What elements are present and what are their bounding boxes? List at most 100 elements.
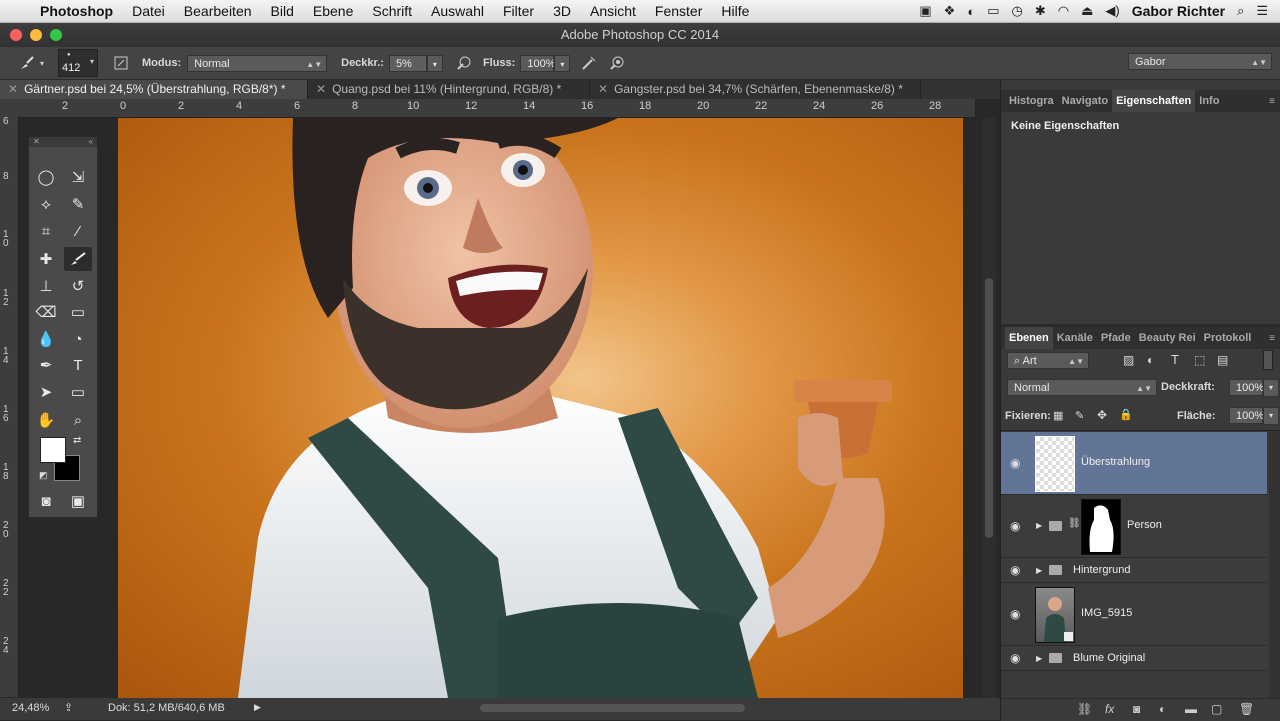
tab-beauty-retouch[interactable]: Beauty Rei (1135, 332, 1200, 344)
volume-icon[interactable]: ◀) (1105, 3, 1119, 19)
pixel-layer-filter-icon[interactable]: ▨ (1123, 353, 1134, 367)
adjustment-layer-icon[interactable]: ◐ (1159, 702, 1166, 716)
tab-histogram[interactable]: Histogra (1005, 95, 1058, 107)
spotlight-search-icon[interactable]: ⌕ (1237, 3, 1244, 19)
fill-input[interactable]: 100% (1229, 407, 1264, 424)
visibility-eye-icon[interactable]: ◉ (1010, 607, 1020, 621)
wifi-icon[interactable]: ◠ (1058, 3, 1069, 19)
smart-object-filter-icon[interactable]: ▤ (1217, 353, 1228, 367)
menu-datei[interactable]: Datei (132, 3, 165, 19)
layer-name[interactable]: Hintergrund (1073, 564, 1130, 576)
visibility-eye-icon[interactable]: ◉ (1010, 651, 1020, 665)
layer-name[interactable]: IMG_5915 (1081, 607, 1132, 619)
eject-icon[interactable]: ⏏ (1081, 3, 1093, 19)
screen-mode-icon[interactable]: ▣ (64, 489, 92, 513)
layer-row-ueberstrahlung[interactable]: ◉ Überstrahlung (1001, 432, 1267, 495)
menu-schrift[interactable]: Schrift (372, 3, 412, 19)
vertical-scroll-thumb[interactable] (985, 278, 993, 538)
lock-all-icon[interactable]: 🔒 (1119, 408, 1133, 421)
polygonal-lasso-tool-icon[interactable]: ⟡ (32, 192, 60, 216)
layer-name[interactable]: Blume Original (1073, 652, 1145, 664)
visibility-eye-icon[interactable]: ◉ (1010, 456, 1020, 470)
lock-position-icon[interactable]: ✥ (1097, 408, 1107, 422)
blur-tool-icon[interactable]: 💧 (32, 327, 60, 351)
collapse-panel-icon[interactable]: « (89, 137, 93, 146)
panel-menu-icon[interactable]: ≡ (1269, 333, 1275, 344)
layer-row-blume-original[interactable]: ◉ ▶ Blume Original (1001, 646, 1267, 671)
airbrush-icon[interactable] (578, 52, 600, 74)
dropbox-icon[interactable]: ❖ (944, 3, 956, 19)
ruler-horizontal[interactable]: 2 0 2 4 6 8 10 12 14 16 18 20 22 24 26 2… (0, 99, 975, 118)
dodge-tool-icon[interactable]: ◔ (64, 327, 92, 351)
menu-3d[interactable]: 3D (553, 3, 571, 19)
tool-preset-dropdown-arrow[interactable]: ▾ (40, 59, 44, 68)
menu-filter[interactable]: Filter (503, 3, 534, 19)
vertical-scrollbar[interactable] (982, 118, 996, 698)
airplay-icon[interactable]: ▭ (987, 3, 999, 19)
menu-ebene[interactable]: Ebene (313, 3, 353, 19)
pressure-opacity-icon[interactable] (453, 52, 475, 74)
close-tab-icon[interactable]: ✕ (598, 82, 608, 96)
menu-bild[interactable]: Bild (271, 3, 294, 19)
share-icon[interactable]: ⇪ (64, 701, 73, 714)
default-colors-icon[interactable]: ◩ (39, 470, 48, 481)
layer-row-img5915[interactable]: ◉ IMG_5915 (1001, 583, 1267, 646)
quick-selection-tool-icon[interactable]: ✎ (64, 192, 92, 216)
blend-mode-select[interactable]: Normal ▲▼ (1007, 379, 1157, 396)
status-menu-arrow-icon[interactable]: ▶ (254, 702, 261, 713)
healing-brush-tool-icon[interactable]: ✚ (32, 247, 60, 271)
link-icon[interactable]: ⛓ (1068, 518, 1081, 529)
visibility-eye-icon[interactable]: ◉ (1010, 519, 1020, 533)
pressure-size-icon[interactable] (606, 52, 628, 74)
layer-style-icon[interactable]: fx (1105, 702, 1114, 716)
fluss-dropdown-button[interactable]: ▾ (554, 54, 571, 72)
close-panel-icon[interactable]: ✕ (33, 137, 40, 146)
delete-layer-icon[interactable]: 🗑 (1239, 702, 1254, 716)
document-image[interactable] (118, 118, 963, 698)
link-layers-icon[interactable]: ⛓ (1077, 702, 1092, 716)
close-tab-icon[interactable]: ✕ (8, 82, 18, 96)
gradient-tool-icon[interactable]: ▭ (64, 300, 92, 324)
menu-bearbeiten[interactable]: Bearbeiten (184, 3, 252, 19)
close-window-button[interactable] (10, 29, 22, 41)
menu-auswahl[interactable]: Auswahl (431, 3, 484, 19)
tools-panel-header[interactable]: ✕ « (29, 137, 97, 147)
tab-properties[interactable]: Eigenschaften (1112, 90, 1196, 112)
eraser-tool-icon[interactable]: ⌫ (32, 300, 60, 324)
tab-channels[interactable]: Kanäle (1053, 332, 1097, 344)
tab-layers[interactable]: Ebenen (1005, 327, 1053, 349)
pen-tool-icon[interactable]: ✒ (32, 353, 60, 377)
path-selection-tool-icon[interactable]: ➤ (32, 380, 60, 404)
hand-tool-icon[interactable]: ✋ (32, 408, 60, 432)
horizontal-scroll-thumb[interactable] (480, 704, 745, 712)
workspace-select[interactable]: Gabor ▲▼ (1128, 53, 1272, 70)
menu-app-name[interactable]: Photoshop (40, 3, 113, 19)
tab-gangster[interactable]: ✕ Gangster.psd bei 34,7% (Schärfen, Ebene… (590, 80, 921, 99)
filter-toggle[interactable] (1263, 350, 1273, 370)
time-machine-icon[interactable]: ◷ (1011, 3, 1022, 19)
zoom-level[interactable]: 24,48% (12, 702, 49, 714)
layer-mask-thumbnail[interactable] (1081, 499, 1121, 555)
display-icon[interactable]: ▣ (919, 3, 931, 19)
brush-tool-icon[interactable] (64, 247, 92, 271)
adjustment-layer-filter-icon[interactable]: ◐ (1147, 353, 1154, 367)
opacity-slider-button[interactable]: ▾ (1263, 379, 1279, 397)
expand-group-icon[interactable]: ▶ (1036, 566, 1042, 575)
move-tool-icon[interactable]: ⇲ (64, 165, 92, 189)
notification-list-icon[interactable]: ☰ (1256, 3, 1268, 19)
foreground-color-swatch-top[interactable] (40, 437, 66, 463)
tab-gaertner[interactable]: ✕ Gärtner.psd bei 24,5% (Überstrahlung, R… (0, 80, 308, 99)
zoom-window-button[interactable] (50, 29, 62, 41)
type-layer-filter-icon[interactable]: T (1171, 352, 1179, 367)
sync-icon[interactable]: ◐ (967, 4, 975, 19)
history-brush-tool-icon[interactable]: ↺ (64, 274, 92, 298)
shape-layer-filter-icon[interactable]: ⬚ (1194, 353, 1205, 367)
expand-group-icon[interactable]: ▶ (1036, 654, 1042, 663)
user-name[interactable]: Gabor Richter (1132, 3, 1225, 19)
tab-quang[interactable]: ✕ Quang.psd bei 11% (Hintergrund, RGB/8) … (308, 80, 590, 99)
add-mask-icon[interactable]: ◙ (1133, 702, 1140, 716)
layer-filter-select[interactable]: ⌕ Art ▲▼ (1007, 352, 1089, 369)
fluss-input[interactable]: 100% (520, 54, 555, 72)
layer-name[interactable]: Person (1127, 519, 1162, 531)
tab-paths[interactable]: Pfade (1097, 332, 1135, 344)
